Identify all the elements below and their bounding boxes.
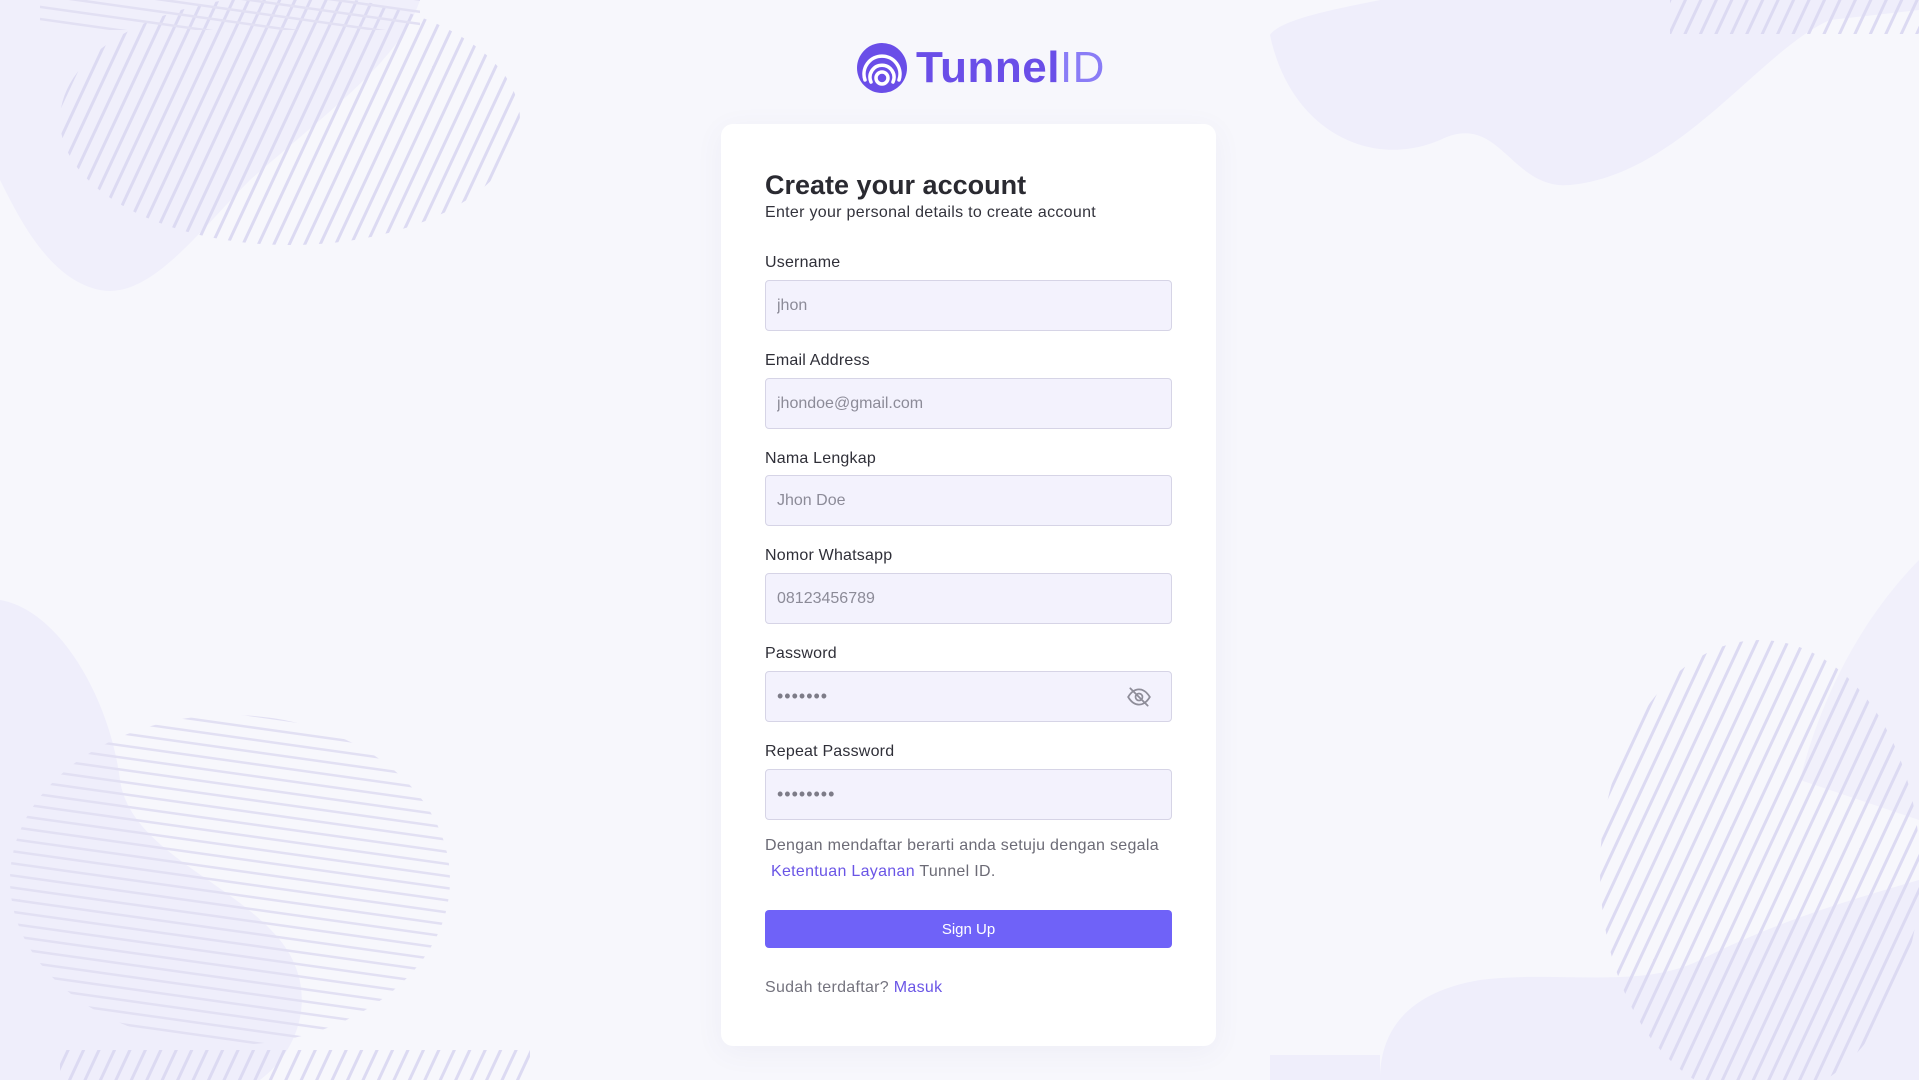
repeat-password-label: Repeat Password	[765, 743, 895, 760]
full-name-input[interactable]	[765, 475, 1172, 526]
brand-name-part2: ID	[1059, 43, 1105, 92]
login-prompt: Sudah terdaftar? Masuk	[765, 979, 942, 997]
wifi-arch-logo-icon	[857, 43, 907, 93]
password-input[interactable]	[765, 671, 1172, 722]
username-label: Username	[765, 254, 841, 271]
full-name-label: Nama Lengkap	[765, 450, 876, 467]
signup-card: Create your account Enter your personal …	[721, 124, 1216, 1046]
terms-text: Dengan mendaftar berarti anda setuju den…	[765, 833, 1172, 885]
whatsapp-label: Nomor Whatsapp	[765, 547, 893, 564]
email-label: Email Address	[765, 352, 870, 369]
password-label: Password	[765, 645, 837, 662]
page-subtitle: Enter your personal details to create ac…	[765, 204, 1097, 221]
whatsapp-input[interactable]	[765, 573, 1172, 624]
brand-logo[interactable]: TunnelID	[856, 42, 1105, 94]
sign-up-button[interactable]: Sign Up	[765, 910, 1172, 948]
brand-name-part1: Tunnel	[916, 43, 1060, 92]
eye-off-icon[interactable]	[1126, 684, 1152, 710]
login-link[interactable]: Masuk	[894, 979, 943, 996]
brand-name: TunnelID	[916, 42, 1105, 94]
page-title: Create your account	[765, 170, 1027, 200]
terms-of-service-link[interactable]: Ketentuan Layanan	[771, 863, 915, 880]
email-input[interactable]	[765, 378, 1172, 429]
login-prompt-text: Sudah terdaftar?	[765, 979, 889, 996]
terms-suffix: Tunnel ID.	[919, 863, 996, 880]
username-input[interactable]	[765, 280, 1172, 331]
repeat-password-input[interactable]	[765, 769, 1172, 820]
terms-prefix: Dengan mendaftar berarti anda setuju den…	[765, 837, 1159, 854]
